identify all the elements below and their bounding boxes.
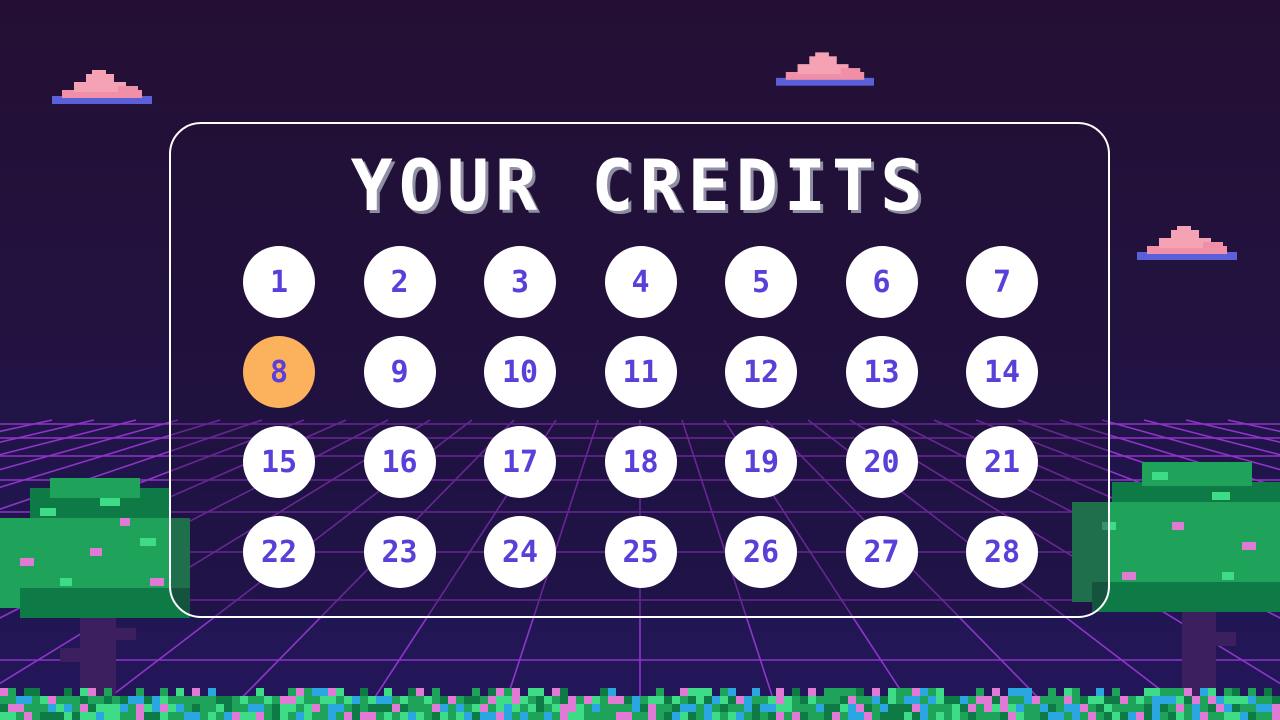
credits-day-grid: 1 2 3 4 5 6 7 8 9 10 11 12 13 14 15 16 17 18 19 20 21 22 23 24 2… (243, 246, 1038, 588)
day-circle[interactable]: 17 (484, 426, 556, 498)
day-circle[interactable]: 4 (604, 246, 677, 318)
day-circle[interactable]: 26 (725, 516, 797, 588)
day-circle[interactable]: 25 (604, 516, 677, 588)
day-circle[interactable]: 2 (363, 246, 436, 318)
day-circle[interactable]: 3 (484, 246, 556, 318)
day-circle[interactable]: 11 (604, 336, 677, 408)
page-title: YOUR CREDITS (350, 145, 929, 227)
day-circle[interactable]: 1 (243, 246, 315, 318)
day-circle[interactable]: 23 (363, 516, 436, 588)
day-circle[interactable]: 10 (484, 336, 556, 408)
day-circle[interactable]: 28 (966, 516, 1038, 588)
cloud-icon (52, 70, 152, 104)
day-circle[interactable]: 13 (845, 336, 918, 408)
cloud-icon (1137, 226, 1237, 260)
day-circle[interactable]: 27 (845, 516, 918, 588)
day-circle-current[interactable]: 8 (243, 336, 315, 408)
day-circle[interactable]: 21 (966, 426, 1038, 498)
day-circle[interactable]: 9 (363, 336, 436, 408)
day-circle[interactable]: 7 (966, 246, 1038, 318)
day-circle[interactable]: 20 (845, 426, 918, 498)
day-circle[interactable]: 14 (966, 336, 1038, 408)
day-circle[interactable]: 18 (604, 426, 677, 498)
day-circle[interactable]: 16 (363, 426, 436, 498)
day-circle[interactable]: 22 (243, 516, 315, 588)
grass-icon (0, 688, 1280, 720)
day-circle[interactable]: 15 (243, 426, 315, 498)
day-circle[interactable]: 12 (725, 336, 797, 408)
day-circle[interactable]: 6 (845, 246, 918, 318)
credits-panel: YOUR CREDITS 1 2 3 4 5 6 7 8 9 10 11 12 13 14 15 16 17 18… (169, 122, 1110, 618)
day-circle[interactable]: 24 (484, 516, 556, 588)
cloud-icon (776, 52, 874, 86)
day-circle[interactable]: 5 (725, 246, 797, 318)
day-circle[interactable]: 19 (725, 426, 797, 498)
